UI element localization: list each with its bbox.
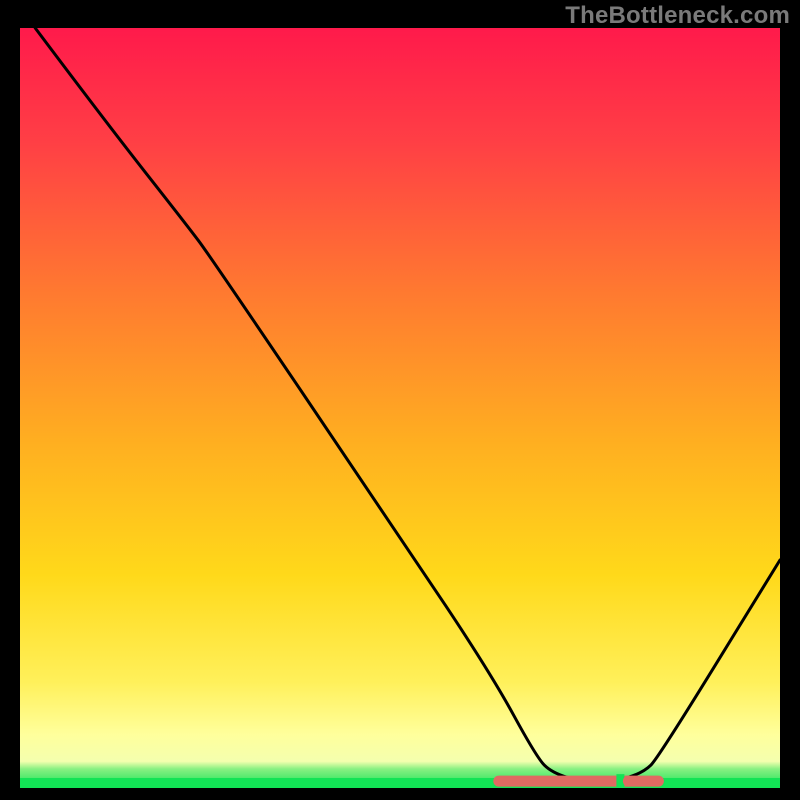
gradient-background — [20, 28, 780, 788]
chart-frame: TheBottleneck.com — [0, 0, 800, 800]
plot-area — [20, 28, 780, 788]
bottom-green-band — [20, 778, 780, 788]
chart-svg — [20, 28, 780, 788]
watermark-text: TheBottleneck.com — [565, 2, 790, 30]
optimal-marker-dot — [623, 776, 634, 787]
